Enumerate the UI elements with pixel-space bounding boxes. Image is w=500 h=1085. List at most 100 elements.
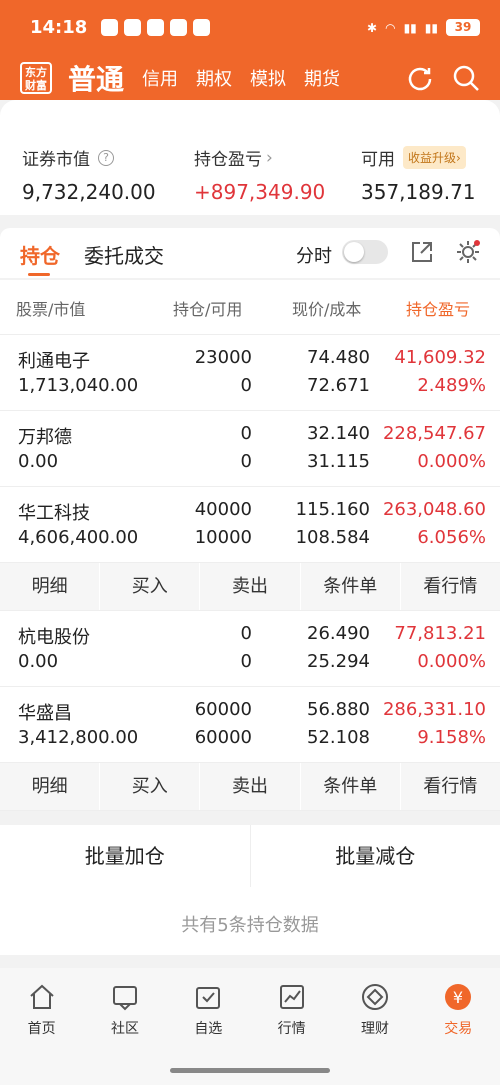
sell-button[interactable]: 卖出 bbox=[200, 763, 301, 810]
tiktok-app-icon bbox=[124, 19, 142, 36]
nav-community[interactable]: 社区 bbox=[83, 968, 166, 1085]
stock-value: 4,606,400.00 bbox=[18, 527, 139, 548]
market-value-label: 证券市值 bbox=[22, 150, 90, 170]
buy-button[interactable]: 买入 bbox=[100, 763, 201, 810]
detail-button[interactable]: 明细 bbox=[0, 763, 101, 810]
stock-name: 利通电子 bbox=[18, 351, 90, 372]
available-label: 可用 bbox=[361, 150, 395, 170]
tab-underline bbox=[28, 273, 50, 276]
tab-holdings[interactable]: 持仓 bbox=[20, 240, 60, 269]
toutiao-app-icon bbox=[170, 19, 188, 36]
market-icon bbox=[279, 985, 304, 1009]
tab-futures[interactable]: 期货 bbox=[304, 65, 340, 91]
header-pnl[interactable]: 持仓盈亏 bbox=[406, 296, 470, 320]
tab-orders[interactable]: 委托成交 bbox=[84, 240, 164, 269]
tab-options[interactable]: 期权 bbox=[196, 65, 232, 91]
search-icon[interactable] bbox=[452, 64, 480, 92]
nav-watchlist-label: 自选 bbox=[194, 1021, 223, 1037]
signal-icon: ▮▮ bbox=[403, 20, 417, 35]
available: 10000 bbox=[194, 527, 252, 548]
batch-actions: 批量加仓 批量减仓 bbox=[0, 825, 500, 887]
home-icon bbox=[29, 984, 54, 1009]
market-value-block: 证券市值? 9,732,240.00 bbox=[22, 145, 156, 204]
table-row[interactable]: 万邦德 0.00 0 0 32.140 31.115 228,547.67 0.… bbox=[0, 411, 500, 487]
watchlist-icon bbox=[196, 987, 221, 1009]
pnl-block[interactable]: 持仓盈亏 › +897,349.90 bbox=[194, 145, 325, 205]
nav-trade-label: 交易 bbox=[444, 1021, 473, 1037]
home-indicator[interactable] bbox=[170, 1068, 330, 1073]
row-actions: 明细 买入 卖出 条件单 看行情 bbox=[0, 763, 500, 811]
tab-simulation[interactable]: 模拟 bbox=[250, 65, 286, 91]
table-row[interactable]: 华工科技 4,606,400.00 40000 10000 115.160 10… bbox=[0, 487, 500, 563]
table-row[interactable]: 杭电股份 0.00 0 0 26.490 25.294 77,813.21 0.… bbox=[0, 611, 500, 687]
nav-community-label: 社区 bbox=[110, 1021, 139, 1037]
position: 23000 bbox=[194, 347, 252, 368]
holdings-count: 共有5条持仓数据 bbox=[0, 887, 500, 955]
table-header: 股票/市值 持仓/可用 现价/成本 持仓盈亏 bbox=[0, 280, 500, 335]
stock-value: 0.00 bbox=[18, 651, 59, 672]
buy-button[interactable]: 买入 bbox=[100, 563, 201, 610]
detail-button[interactable]: 明细 bbox=[0, 563, 101, 610]
help-icon[interactable]: ? bbox=[98, 149, 114, 166]
nav-trade[interactable]: ¥ 交易 bbox=[417, 968, 500, 1085]
settings-icon[interactable] bbox=[455, 239, 481, 265]
nav-home-label: 首页 bbox=[27, 1021, 56, 1037]
tab-normal[interactable]: 普通 bbox=[68, 58, 124, 98]
stock-name: 华盛昌 bbox=[18, 703, 72, 724]
nav-home[interactable]: 首页 bbox=[0, 968, 83, 1085]
signal-icon-2: ▮▮ bbox=[424, 20, 438, 35]
position: 0 bbox=[240, 423, 252, 444]
status-bar: 14:18 ✱ ◠ ▮▮ ▮▮ 39 bbox=[0, 0, 500, 55]
stock-name: 杭电股份 bbox=[18, 627, 90, 648]
weibo-app-icon bbox=[147, 19, 165, 36]
stock-name: 华工科技 bbox=[18, 503, 90, 524]
battery-icon: 39 bbox=[446, 19, 480, 36]
table-row[interactable]: 华盛昌 3,412,800.00 60000 60000 56.880 52.1… bbox=[0, 687, 500, 763]
timeshare-toggle[interactable] bbox=[342, 240, 388, 264]
position: 0 bbox=[240, 623, 252, 644]
status-time: 14:18 bbox=[30, 17, 88, 38]
available: 0 bbox=[240, 651, 252, 672]
view-quote-button[interactable]: 看行情 bbox=[401, 563, 500, 610]
account-summary: 证券市值? 9,732,240.00 持仓盈亏 › +897,349.90 可用收… bbox=[0, 100, 500, 215]
pnl-pct: 2.489% bbox=[417, 375, 486, 396]
stock-name: 万邦德 bbox=[18, 427, 72, 448]
holdings-table: 股票/市值 持仓/可用 现价/成本 持仓盈亏 利通电子 1,713,040.00… bbox=[0, 280, 500, 811]
refresh-icon[interactable] bbox=[406, 64, 434, 92]
price: 56.880 bbox=[307, 699, 370, 720]
pnl: 41,609.32 bbox=[394, 347, 486, 368]
conditional-order-button[interactable]: 条件单 bbox=[301, 763, 401, 810]
pnl-label: 持仓盈亏 bbox=[194, 150, 262, 170]
table-row[interactable]: 利通电子 1,713,040.00 23000 0 74.480 72.671 … bbox=[0, 335, 500, 411]
cost: 31.115 bbox=[307, 451, 370, 472]
chevron-right-icon: › bbox=[266, 147, 273, 168]
cost: 25.294 bbox=[307, 651, 370, 672]
tab-credit[interactable]: 信用 bbox=[142, 65, 178, 91]
nav-market-label: 行情 bbox=[277, 1021, 306, 1037]
bluetooth-icon: ✱ bbox=[367, 20, 378, 35]
stock-value: 1,713,040.00 bbox=[18, 375, 139, 396]
header-stock: 股票/市值 bbox=[16, 300, 86, 319]
batch-reduce-button[interactable]: 批量减仓 bbox=[251, 825, 500, 887]
wealth-icon bbox=[361, 984, 388, 1010]
community-icon bbox=[112, 986, 137, 1011]
position: 60000 bbox=[194, 699, 252, 720]
nav-wealth[interactable]: 理财 bbox=[333, 968, 416, 1085]
stock-value: 3,412,800.00 bbox=[18, 727, 139, 748]
pnl-pct: 0.000% bbox=[417, 451, 486, 472]
cost: 108.584 bbox=[295, 527, 370, 548]
shield-app-icon bbox=[101, 19, 119, 36]
conditional-order-button[interactable]: 条件单 bbox=[301, 563, 401, 610]
available: 0 bbox=[240, 451, 252, 472]
share-icon[interactable] bbox=[410, 240, 434, 264]
svg-text:¥: ¥ bbox=[453, 988, 463, 1007]
available-value: 357,189.71 bbox=[361, 180, 476, 204]
available-block: 可用 收益升级› 357,189.71 bbox=[361, 145, 476, 204]
sell-button[interactable]: 卖出 bbox=[200, 563, 301, 610]
row-actions: 明细 买入 卖出 条件单 看行情 bbox=[0, 563, 500, 611]
yield-upgrade-badge[interactable]: 收益升级› bbox=[403, 146, 466, 169]
batch-add-button[interactable]: 批量加仓 bbox=[0, 825, 251, 887]
app-logo: 东方财富 bbox=[20, 61, 52, 94]
view-quote-button[interactable]: 看行情 bbox=[401, 763, 500, 810]
send-app-icon bbox=[193, 19, 211, 36]
